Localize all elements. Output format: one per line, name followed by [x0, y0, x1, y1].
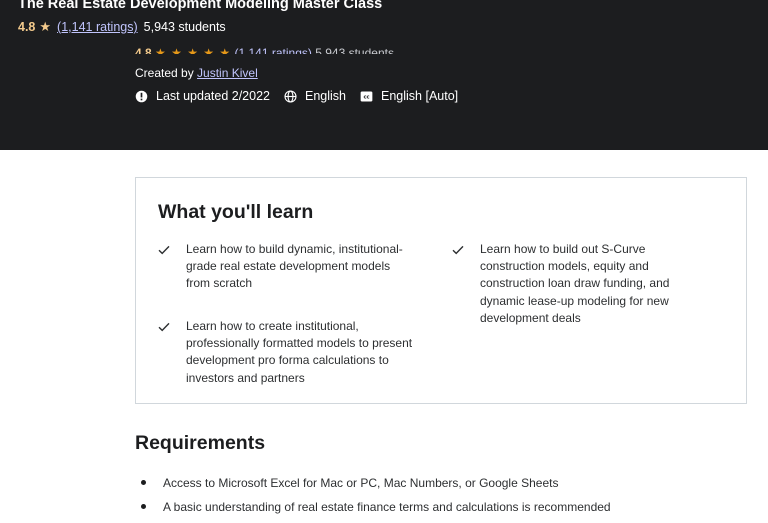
language-text: English — [305, 89, 346, 103]
requirements-title: Requirements — [135, 432, 266, 454]
course-meta: Last updated 2/2022 English cc English [… — [135, 89, 472, 103]
author-link[interactable]: Justin Kivel — [197, 66, 258, 80]
svg-text:cc: cc — [363, 94, 369, 100]
sticky-course-header: The Real Estate Development Modeling Mas… — [0, 0, 768, 42]
learn-item-text: Learn how to build dynamic, institutiona… — [186, 242, 403, 291]
requirement-text: Access to Microsoft Excel for Mac or PC,… — [163, 475, 559, 490]
students-count: 5,943 students — [143, 20, 226, 34]
requirements-list: Access to Microsoft Excel for Mac or PC,… — [135, 474, 611, 522]
learn-item: Learn how to build dynamic, institutiona… — [158, 241, 408, 293]
requirement-item: A basic understanding of real estate fin… — [135, 498, 611, 515]
header-rating: 4.8 — [135, 46, 152, 54]
captions-text: English [Auto] — [381, 89, 459, 103]
globe-icon — [284, 89, 297, 103]
header-ratings-link[interactable]: (1,141 ratings) — [235, 46, 312, 54]
sticky-stats: 4.8 ★ (1,141 ratings) 5,943 students — [18, 19, 226, 35]
course-title: The Real Estate Development Modeling Mas… — [18, 0, 383, 12]
learn-title: What you'll learn — [158, 201, 314, 223]
bullet-icon — [141, 480, 146, 485]
requirement-text: A basic understanding of real estate fin… — [163, 499, 611, 514]
alert-icon — [135, 90, 148, 102]
learn-item-text: Learn how to create institutional, profe… — [186, 319, 413, 385]
last-updated: Last updated 2/2022 — [135, 89, 270, 103]
header-students: 5,943 students — [315, 46, 394, 54]
ratings-link[interactable]: (1,141 ratings) — [57, 20, 138, 34]
check-icon — [452, 241, 480, 327]
created-by: Created by Justin Kivel — [135, 66, 258, 80]
course-language: English — [284, 89, 346, 103]
closed-captions-icon: cc — [360, 91, 373, 101]
header-star-rating: ★ ★ ★ ★ ★ — [155, 46, 232, 54]
requirement-item: Access to Microsoft Excel for Mac or PC,… — [135, 474, 611, 491]
learn-item: Learn how to build out S-Curve construct… — [452, 241, 712, 327]
check-icon — [158, 241, 186, 293]
course-captions: cc English [Auto] — [360, 89, 458, 103]
what-youll-learn-box: What you'll learn Learn how to build dyn… — [135, 177, 747, 404]
header-stats-line: 4.8 ★ ★ ★ ★ ★ (1,141 ratings) 5,943 stud… — [135, 40, 394, 54]
rating-value: 4.8 — [18, 20, 36, 34]
created-by-label: Created by — [135, 66, 194, 80]
learn-item: Learn how to create institutional, profe… — [158, 318, 428, 387]
learn-item-text: Learn how to build out S-Curve construct… — [480, 242, 670, 325]
last-updated-text: Last updated 2/2022 — [156, 89, 270, 103]
star-icon: ★ — [39, 19, 52, 34]
check-icon — [158, 318, 186, 387]
bullet-icon — [141, 504, 146, 509]
